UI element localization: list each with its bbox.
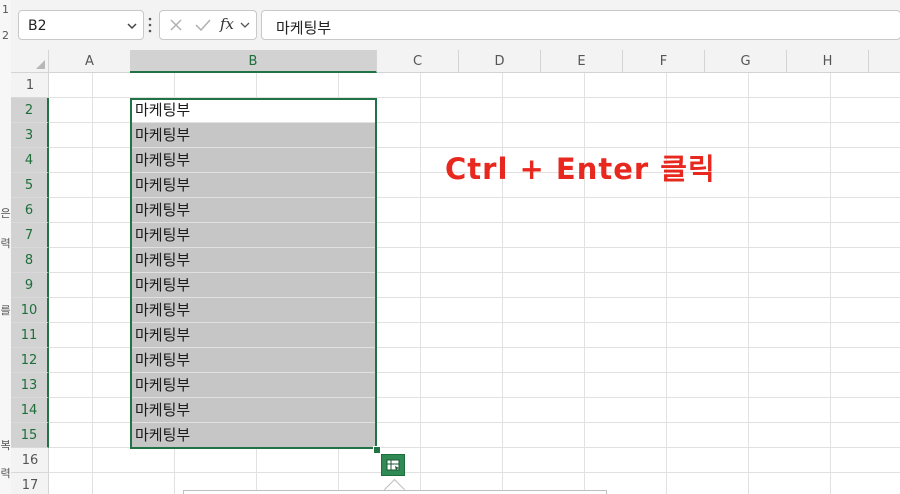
name-box[interactable]: B2 (18, 10, 144, 40)
row-header-9[interactable]: 9 (11, 273, 49, 298)
column-header-g[interactable]: G (705, 50, 787, 73)
row-header-17[interactable]: 17 (11, 473, 49, 494)
quick-analysis-button[interactable] (381, 454, 405, 476)
cell-b7[interactable]: 마케팅부 (130, 223, 376, 247)
row-header-1[interactable]: 1 (11, 73, 49, 98)
column-headers: A B C D E F G H (49, 50, 900, 73)
worksheet-grid[interactable]: A B C D E F G H 1 2 3 4 5 6 7 8 9 10 11 … (11, 50, 900, 494)
row-header-11[interactable]: 11 (11, 323, 49, 348)
strip-char: 복 (0, 439, 11, 452)
cell-b8[interactable]: 마케팅부 (130, 248, 376, 272)
row-header-7[interactable]: 7 (11, 223, 49, 248)
column-header-c[interactable]: C (377, 50, 459, 73)
cell-b12[interactable]: 마케팅부 (130, 348, 376, 372)
formula-buttons: fx (159, 10, 257, 40)
row-header-12[interactable]: 12 (11, 348, 49, 373)
row-header-3[interactable]: 3 (11, 123, 49, 148)
column-header-e[interactable]: E (541, 50, 623, 73)
formula-bar: B2 fx 마케팅부 (11, 0, 900, 51)
strip-char: 력 (0, 237, 11, 250)
gridline (49, 472, 900, 473)
column-header-d[interactable]: D (459, 50, 541, 73)
row-header-6[interactable]: 6 (11, 198, 49, 223)
strip-char: 1 (2, 3, 9, 16)
cell-b3[interactable]: 마케팅부 (130, 123, 376, 147)
strip-char: 은 (0, 207, 11, 220)
row-headers: 1 2 3 4 5 6 7 8 9 10 11 12 13 14 15 16 1… (11, 73, 49, 494)
formula-input[interactable]: 마케팅부 (261, 10, 900, 40)
chevron-down-icon[interactable] (240, 21, 250, 29)
cell-b13[interactable]: 마케팅부 (130, 373, 376, 397)
cell-b4[interactable]: 마케팅부 (130, 148, 376, 172)
cell-b11[interactable]: 마케팅부 (130, 323, 376, 347)
row-header-13[interactable]: 13 (11, 373, 49, 398)
cell-b6[interactable]: 마케팅부 (130, 198, 376, 222)
name-box-value: B2 (28, 18, 47, 34)
strip-char: 력 (0, 467, 11, 480)
gridline (49, 447, 900, 448)
row-header-4[interactable]: 4 (11, 148, 49, 173)
row-header-16[interactable]: 16 (11, 448, 49, 473)
select-all-button[interactable] (11, 50, 49, 73)
cell-b5[interactable]: 마케팅부 (130, 173, 376, 197)
confirm-icon[interactable] (194, 17, 212, 33)
cell-b15[interactable]: 마케팅부 (130, 423, 376, 447)
row-header-8[interactable]: 8 (11, 248, 49, 273)
chevron-down-icon[interactable] (125, 19, 139, 33)
annotation-text: Ctrl + Enter 클릭 (445, 152, 716, 186)
row-header-10[interactable]: 10 (11, 298, 49, 323)
more-options-icon[interactable] (147, 15, 153, 35)
insert-function-icon[interactable]: fx (220, 15, 234, 33)
row-header-2[interactable]: 2 (11, 98, 49, 123)
cell-b2[interactable]: 마케팅부 (130, 98, 376, 122)
column-header-a[interactable]: A (49, 50, 131, 73)
row-header-5[interactable]: 5 (11, 173, 49, 198)
cell-b14[interactable]: 마케팅부 (130, 398, 376, 422)
cancel-icon[interactable] (168, 17, 184, 33)
column-header-f[interactable]: F (623, 50, 705, 73)
strip-char: 2 (2, 29, 9, 42)
cell-b10[interactable]: 마케팅부 (130, 298, 376, 322)
row-header-15[interactable]: 15 (11, 423, 49, 448)
tooltip-popup (183, 490, 607, 494)
formula-value: 마케팅부 (276, 19, 332, 37)
column-header-b[interactable]: B (130, 50, 377, 73)
strip-char: 를 (0, 304, 11, 317)
fill-handle[interactable] (373, 446, 381, 454)
quick-analysis-icon (386, 459, 400, 471)
row-header-14[interactable]: 14 (11, 398, 49, 423)
column-header-h[interactable]: H (787, 50, 869, 73)
cell-b9[interactable]: 마케팅부 (130, 273, 376, 297)
